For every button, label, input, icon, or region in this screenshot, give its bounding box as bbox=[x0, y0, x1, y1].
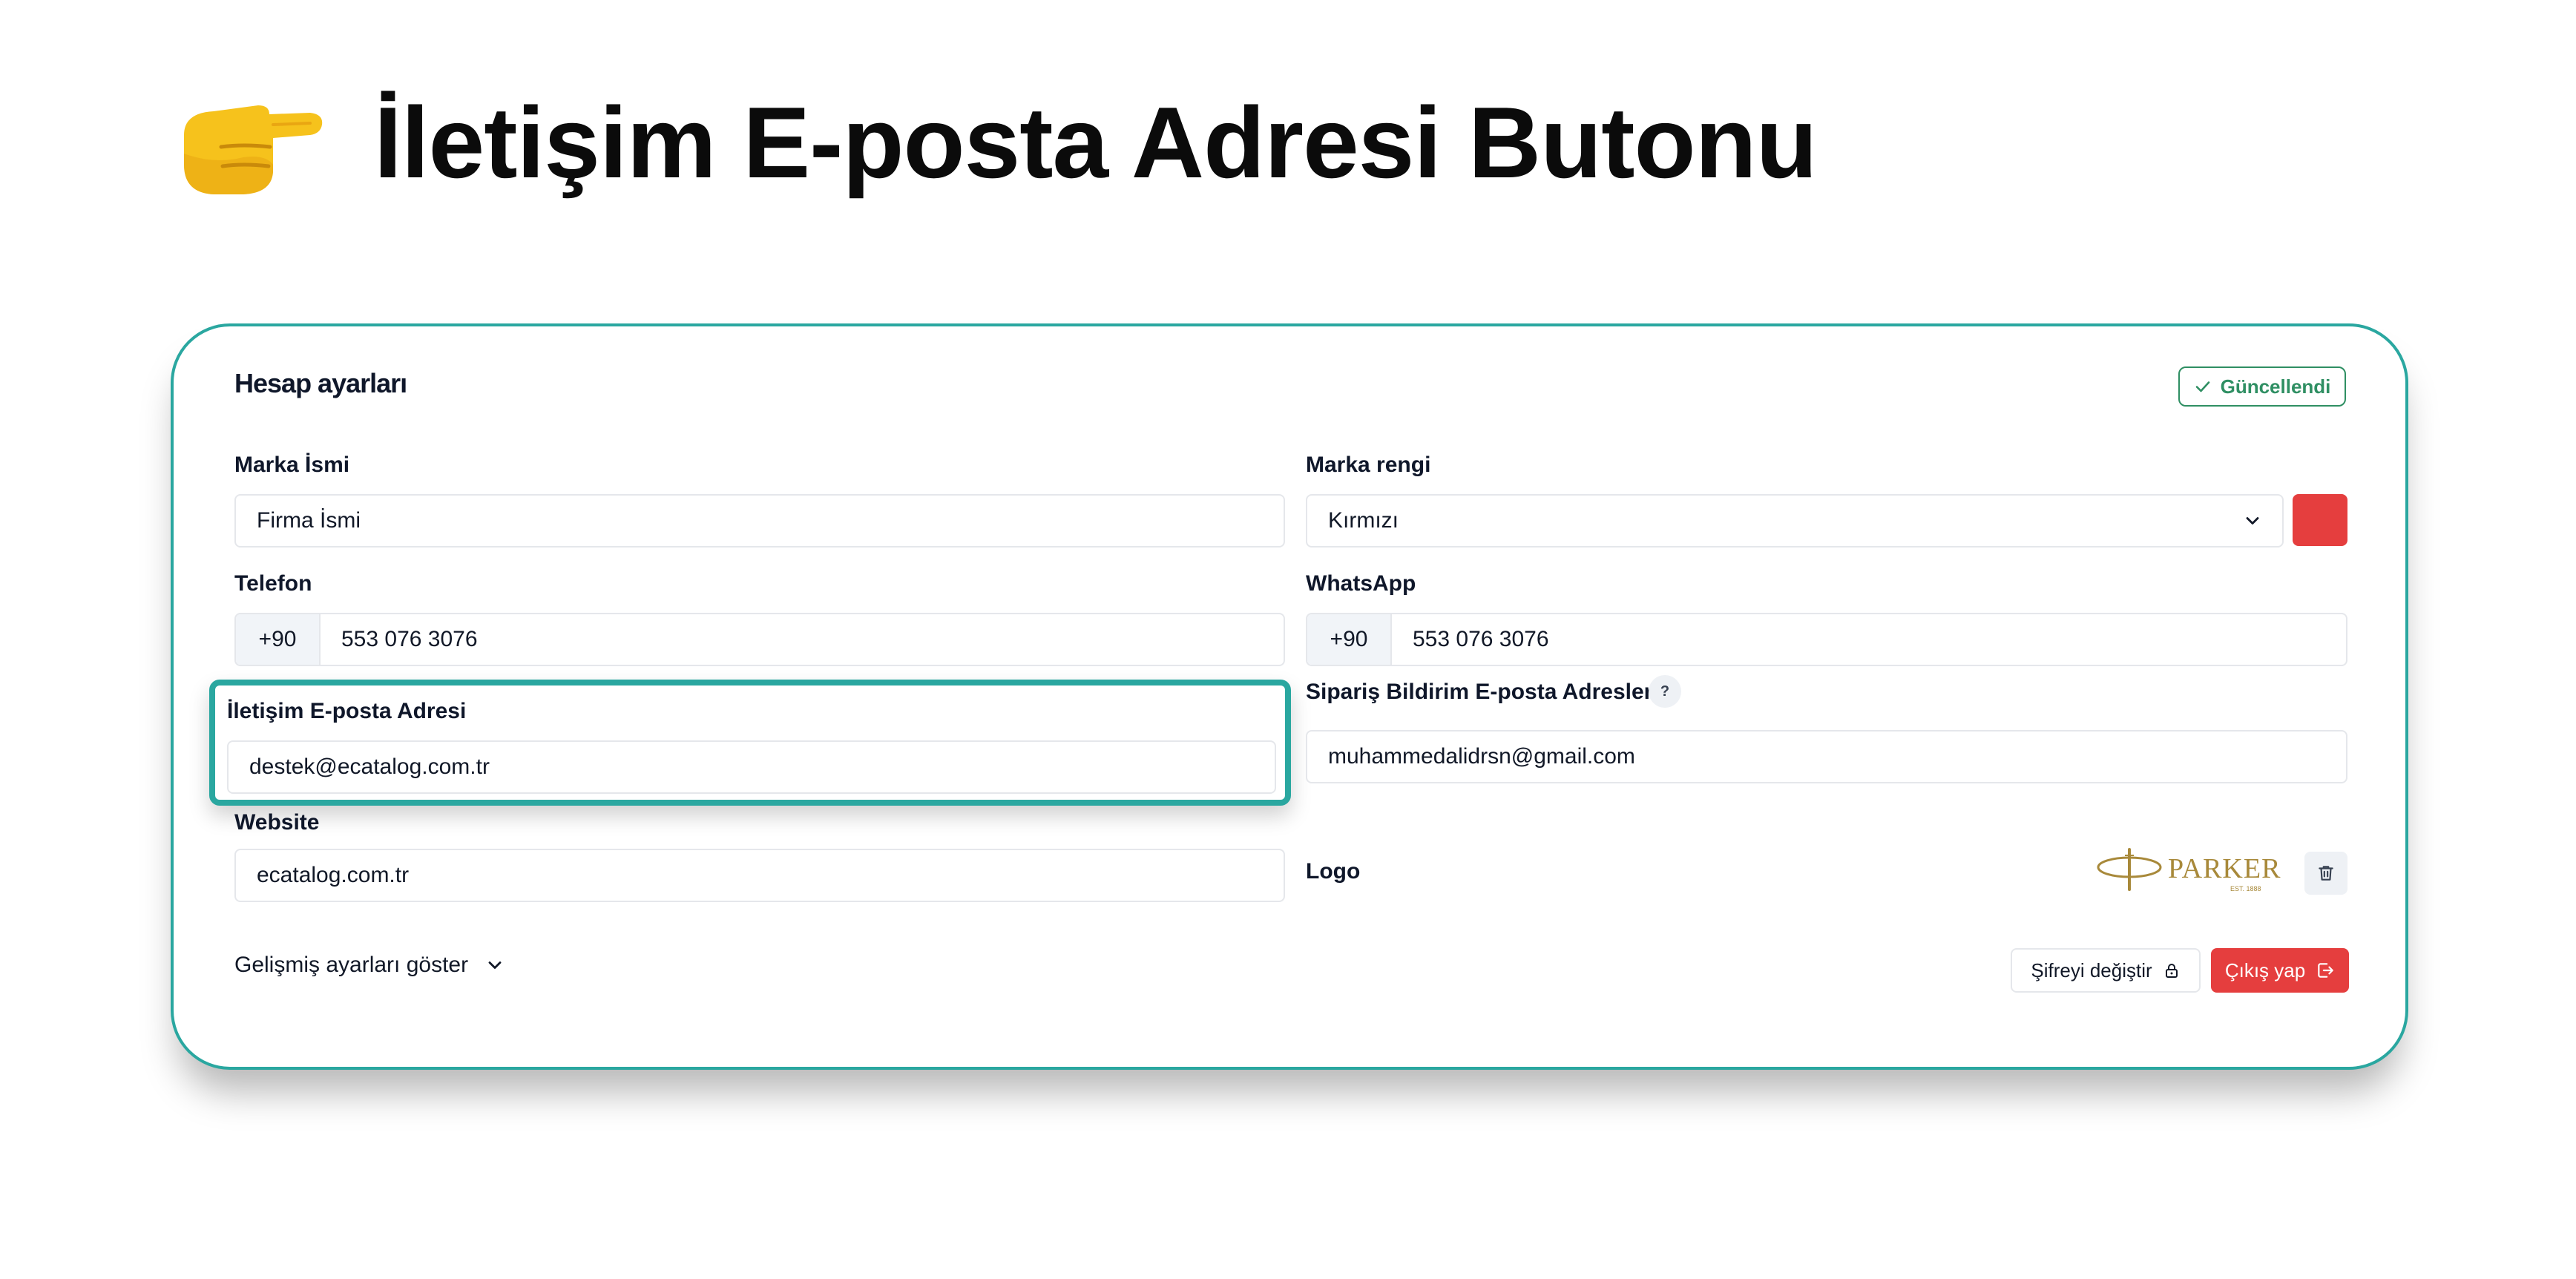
phone-country-code: +90 bbox=[236, 614, 321, 665]
order-email-value: muhammedalidrsn@gmail.com bbox=[1328, 744, 1635, 769]
phone-value: 553 076 3076 bbox=[341, 627, 478, 651]
brand-name-value: Firma İsmi bbox=[257, 508, 361, 533]
check-icon bbox=[2195, 381, 2209, 392]
website-value: ecatalog.com.tr bbox=[257, 863, 410, 887]
chevron-down-icon bbox=[488, 961, 502, 969]
pointing-right-hand-icon bbox=[184, 105, 323, 194]
order-email-label: Sipariş Bildirim E-posta Adresleri bbox=[1306, 680, 1659, 704]
contact-email-value: destek@ecatalog.com.tr bbox=[249, 754, 490, 779]
brand-name-label: Marka İsmi bbox=[234, 453, 350, 477]
lock-icon bbox=[2165, 964, 2178, 978]
parker-brand-text: PARKER bbox=[2168, 853, 2281, 884]
show-advanced-settings-label: Gelişmiş ayarları göster bbox=[234, 953, 469, 977]
card-title: Hesap ayarları bbox=[234, 368, 407, 398]
brand-color-selected: Kırmızı bbox=[1328, 508, 1399, 533]
contact-email-highlight: İletişim E-posta Adresi destek@ecatalog.… bbox=[209, 680, 1291, 806]
phone-input[interactable]: +90 553 076 3076 bbox=[234, 613, 1285, 666]
whatsapp-input[interactable]: +90 553 076 3076 bbox=[1306, 613, 2347, 666]
account-settings-card: Hesap ayarları Güncellendi Marka İsmi Fi… bbox=[171, 323, 2408, 1070]
updated-status-button[interactable]: Güncellendi bbox=[2178, 366, 2346, 407]
contact-email-input[interactable]: destek@ecatalog.com.tr bbox=[227, 740, 1276, 794]
trash-icon bbox=[2319, 866, 2333, 881]
brand-name-input[interactable]: Firma İsmi bbox=[234, 494, 1285, 548]
whatsapp-country-code: +90 bbox=[1307, 614, 1392, 665]
parker-brand-sub: EST. 1888 bbox=[2230, 885, 2261, 892]
phone-label: Telefon bbox=[234, 571, 312, 596]
logout-label: Çıkış yap bbox=[2224, 959, 2306, 982]
contact-email-label: İletişim E-posta Adresi bbox=[227, 699, 467, 723]
whatsapp-value: 553 076 3076 bbox=[1413, 627, 1549, 651]
logo-label: Logo bbox=[1306, 859, 1361, 884]
help-icon[interactable]: ? bbox=[1649, 675, 1681, 708]
parker-logo: PARKER EST. 1888 bbox=[2095, 848, 2281, 895]
brand-color-swatch[interactable] bbox=[2293, 494, 2347, 546]
change-password-button[interactable]: Şifreyi değiştir bbox=[2011, 948, 2201, 993]
brand-color-label: Marka rengi bbox=[1306, 453, 1431, 477]
delete-logo-button[interactable] bbox=[2304, 852, 2347, 895]
logout-icon bbox=[2318, 963, 2334, 978]
website-label: Website bbox=[234, 810, 320, 835]
hero-title: İletişim E-posta Adresi Butonu bbox=[374, 86, 1818, 199]
show-advanced-settings-toggle[interactable]: Gelişmiş ayarları göster bbox=[234, 953, 505, 978]
website-input[interactable]: ecatalog.com.tr bbox=[234, 849, 1285, 902]
chevron-down-icon bbox=[2246, 517, 2259, 525]
whatsapp-label: WhatsApp bbox=[1306, 571, 1416, 596]
brand-color-select[interactable]: Kırmızı bbox=[1306, 494, 2284, 548]
logout-button[interactable]: Çıkış yap bbox=[2211, 948, 2349, 993]
parker-logo-mark: PARKER EST. 1888 bbox=[2097, 848, 2281, 892]
order-email-input[interactable]: muhammedalidrsn@gmail.com bbox=[1306, 730, 2347, 783]
hero-heading: İletişim E-posta Adresi Butonu bbox=[169, 83, 1818, 202]
change-password-label: Şifreyi değiştir bbox=[2031, 959, 2152, 982]
updated-status-label: Güncellendi bbox=[2220, 375, 2331, 398]
